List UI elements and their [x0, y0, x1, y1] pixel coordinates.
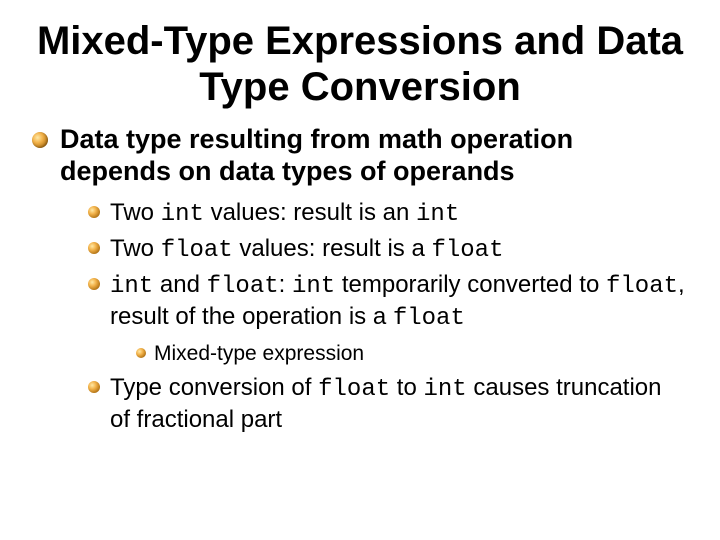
- point-main: Data type resulting from math operation …: [32, 124, 688, 435]
- text: values: result is a: [233, 235, 432, 262]
- code-float: float: [606, 273, 678, 300]
- bullet-list-level-3: Mixed-type expression: [110, 340, 688, 367]
- text: Two: [110, 235, 161, 262]
- code-int: int: [416, 201, 459, 228]
- text: to: [390, 374, 423, 401]
- bullet-list-level-2: Two int values: result is an int Two flo…: [60, 198, 688, 435]
- code-float: float: [393, 305, 465, 332]
- point-truncation: Type conversion of float to int causes t…: [88, 373, 688, 435]
- point-two-int: Two int values: result is an int: [88, 198, 688, 230]
- code-int: int: [292, 273, 335, 300]
- bullet-list-level-1: Data type resulting from math operation …: [32, 124, 688, 435]
- code-int: int: [161, 201, 204, 228]
- point-mixed-type-expression: Mixed-type expression: [136, 340, 688, 367]
- slide-title: Mixed-Type Expressions and Data Type Con…: [32, 18, 688, 110]
- text: Two: [110, 199, 161, 226]
- text: Type conversion of: [110, 374, 318, 401]
- slide: Mixed-Type Expressions and Data Type Con…: [0, 0, 720, 540]
- code-float: float: [318, 376, 390, 403]
- text: temporarily converted to: [335, 271, 606, 298]
- text: and: [153, 271, 206, 298]
- point-main-text: Data type resulting from math operation …: [60, 124, 573, 186]
- code-int: int: [424, 376, 467, 403]
- code-float: float: [161, 237, 233, 264]
- point-int-and-float: int and float: int temporarily converted…: [88, 270, 688, 367]
- code-float: float: [431, 237, 503, 264]
- text: :: [279, 271, 292, 298]
- point-two-float: Two float values: result is a float: [88, 234, 688, 266]
- text: values: result is an: [204, 199, 416, 226]
- code-float: float: [207, 273, 279, 300]
- code-int: int: [110, 273, 153, 300]
